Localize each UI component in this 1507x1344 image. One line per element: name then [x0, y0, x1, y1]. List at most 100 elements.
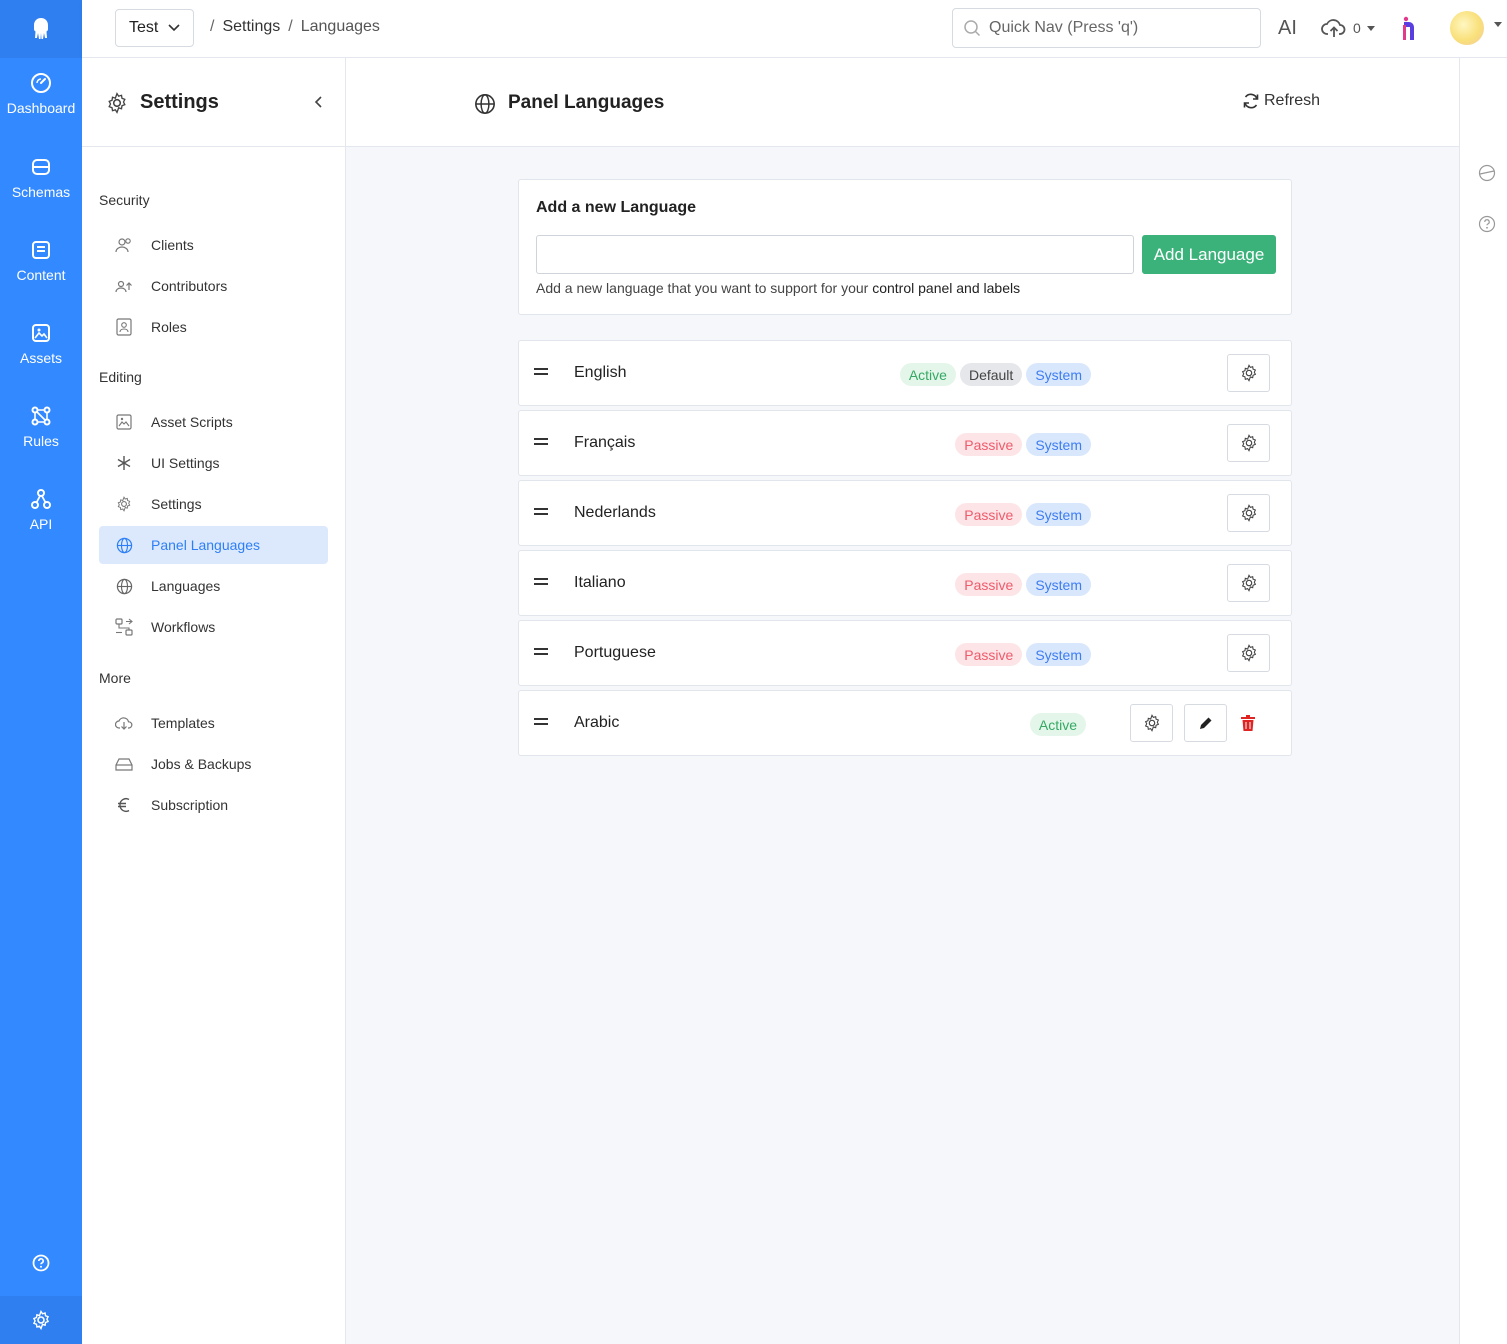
uploads-count: 0 — [1353, 20, 1361, 36]
sidebar-item-roles[interactable]: Roles — [99, 308, 328, 346]
refresh-label: Refresh — [1264, 92, 1321, 109]
sidebar-item-contributors[interactable]: Contributors — [99, 267, 328, 305]
image-icon — [116, 414, 132, 430]
edit-language-button[interactable] — [1184, 704, 1227, 742]
uploads-button[interactable]: 0 — [1321, 17, 1375, 39]
sidebar-item-ui-settings[interactable]: UI Settings — [99, 444, 328, 482]
cloud-upload-icon — [1321, 19, 1346, 37]
trash-icon — [1241, 715, 1255, 731]
asterisk-icon — [117, 456, 131, 470]
rail-label: Rules — [23, 433, 59, 449]
rail-settings-button[interactable] — [0, 1296, 82, 1344]
language-settings-button[interactable] — [1227, 494, 1270, 532]
sidebar-item-asset-scripts[interactable]: Asset Scripts — [99, 403, 328, 441]
language-settings-button[interactable] — [1227, 354, 1270, 392]
sidebar-item-languages[interactable]: Languages — [99, 567, 328, 605]
delete-language-button[interactable] — [1230, 704, 1266, 742]
app-selector[interactable]: Test — [115, 9, 194, 47]
user-avatar[interactable] — [1450, 11, 1484, 45]
caret-down-icon — [1366, 25, 1375, 31]
rail-rules[interactable]: Rules — [0, 405, 82, 449]
language-settings-button[interactable] — [1130, 704, 1173, 742]
add-language-button[interactable]: Add Language — [1142, 235, 1276, 274]
euro-icon — [118, 798, 130, 812]
language-settings-button[interactable] — [1227, 564, 1270, 602]
breadcrumb-settings[interactable]: Settings — [222, 18, 280, 36]
drag-handle-icon[interactable] — [534, 367, 548, 377]
sidebar-item-panel-languages[interactable]: Panel Languages — [99, 526, 328, 564]
sidebar-item-label: Settings — [151, 496, 202, 512]
sidebar-item-settings[interactable]: Settings — [99, 485, 328, 523]
language-row-portuguese: Portuguese Passive System — [518, 620, 1292, 686]
rail-label: Assets — [19, 350, 62, 366]
chevron-left-icon[interactable] — [314, 95, 324, 109]
language-name: Portuguese — [574, 644, 656, 661]
gauge-icon — [31, 73, 51, 93]
refresh-button[interactable]: Refresh — [1242, 92, 1320, 110]
group-editing-label: Editing — [99, 369, 142, 385]
sidebar-item-clients[interactable]: Clients — [99, 226, 328, 264]
new-language-input[interactable] — [536, 235, 1134, 274]
sidebar-item-subscription[interactable]: Subscription — [99, 786, 328, 824]
pencil-icon — [1199, 717, 1211, 729]
page-title: Panel Languages — [508, 92, 665, 113]
caret-down-icon[interactable] — [1494, 22, 1502, 27]
gear-icon — [32, 1310, 50, 1330]
help-button[interactable] — [0, 1254, 82, 1272]
sidebar-item-jobs-backups[interactable]: Jobs & Backups — [99, 745, 328, 783]
gear-icon — [1241, 504, 1256, 522]
sidebar-item-label: UI Settings — [151, 455, 220, 471]
sidebar-item-label: Contributors — [151, 278, 228, 294]
drag-handle-icon[interactable] — [534, 647, 548, 657]
status-badge: Passive — [955, 503, 1023, 526]
language-name: Nederlands — [574, 504, 656, 521]
status-badge: System — [1026, 433, 1091, 456]
quick-nav[interactable] — [952, 8, 1261, 48]
squidex-logo-icon[interactable] — [0, 0, 82, 58]
language-settings-button[interactable] — [1227, 424, 1270, 462]
ai-button[interactable]: AI — [1278, 17, 1297, 40]
sidebar-header: Settings — [82, 58, 345, 147]
app-name: Test — [129, 19, 159, 36]
sidebar-item-label: Panel Languages — [151, 537, 260, 553]
sidebar-item-label: Workflows — [151, 619, 216, 635]
group-more-label: More — [99, 670, 131, 686]
globe-icon — [116, 537, 132, 553]
refresh-icon — [1243, 93, 1259, 109]
rail-api[interactable]: API — [0, 488, 82, 532]
sidebar-item-label: Subscription — [151, 797, 229, 813]
notifications-logo-icon[interactable] — [1400, 16, 1418, 47]
badge-group: Passive System — [955, 433, 1091, 456]
status-badge: Passive — [955, 643, 1023, 666]
sidebar-item-label: Languages — [151, 578, 221, 594]
workflow-icon — [115, 618, 133, 636]
history-icon[interactable] — [1478, 164, 1496, 182]
help-icon[interactable] — [1478, 215, 1496, 233]
language-row-nederlands: Nederlands Passive System — [518, 480, 1292, 546]
drag-handle-icon[interactable] — [534, 717, 548, 727]
rail-schemas[interactable]: Schemas — [0, 156, 82, 200]
globe-icon — [475, 94, 495, 114]
quick-nav-input[interactable] — [989, 19, 1249, 37]
status-badge: Active — [899, 363, 956, 386]
sidebar-item-workflows[interactable]: Workflows — [99, 608, 328, 646]
sidebar-item-templates[interactable]: Templates — [99, 704, 328, 742]
rail-content[interactable]: Content — [0, 239, 82, 283]
language-settings-button[interactable] — [1227, 634, 1270, 672]
language-row-francais: Français Passive System — [518, 410, 1292, 476]
rail-label: API — [29, 516, 53, 532]
gear-icon — [1144, 714, 1159, 732]
rail-dashboard[interactable]: Dashboard — [0, 72, 82, 116]
user-plus-icon — [115, 280, 132, 293]
cloud-download-icon — [115, 717, 133, 730]
status-badge: System — [1026, 503, 1091, 526]
rail-assets[interactable]: Assets — [0, 322, 82, 366]
sidebar-item-label: Clients — [151, 237, 194, 253]
badge-group: Active Default System — [899, 363, 1091, 386]
drag-handle-icon[interactable] — [534, 507, 548, 517]
language-row-english: English Active Default System — [518, 340, 1292, 406]
drag-handle-icon[interactable] — [534, 577, 548, 587]
badge-group: Active — [1029, 713, 1086, 736]
help-icon — [32, 1254, 50, 1272]
drag-handle-icon[interactable] — [534, 437, 548, 447]
